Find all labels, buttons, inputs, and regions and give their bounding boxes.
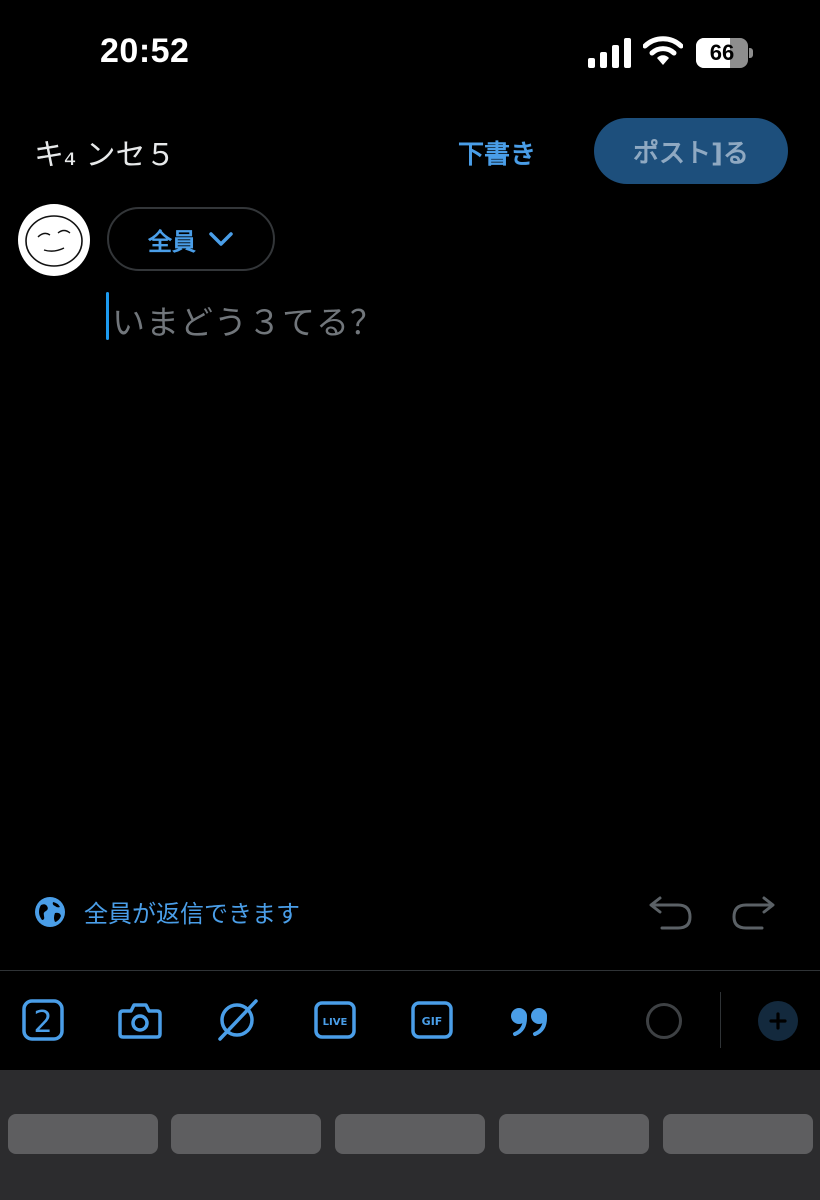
battery-body: 66: [696, 38, 748, 68]
camera-icon[interactable]: [117, 997, 163, 1043]
globe-icon: [35, 896, 65, 927]
redo-icon[interactable]: [730, 890, 776, 932]
chevron-down-icon: [209, 232, 233, 246]
character-count-ring: [646, 1003, 682, 1039]
grok-icon[interactable]: 2: [20, 997, 66, 1043]
undo-icon[interactable]: [648, 890, 694, 932]
battery-percent: 66: [709, 40, 735, 65]
status-time: 20:52: [100, 32, 190, 70]
quote-icon[interactable]: [507, 997, 553, 1043]
post-text-input[interactable]: いまどう３てる？: [112, 296, 384, 344]
reply-setting-button[interactable]: 全員が返信できます: [34, 894, 300, 929]
text-cursor: [106, 292, 109, 340]
toolbar-separator: [720, 992, 721, 1048]
cancel-button[interactable]: キ₄ ンセ５: [34, 130, 176, 174]
audience-selector[interactable]: 全員: [107, 207, 275, 271]
wifi-icon: [643, 36, 683, 65]
battery-nub: [749, 48, 753, 58]
status-bar: 20:52 66: [0, 0, 820, 100]
drafts-button[interactable]: 下書き: [458, 134, 536, 171]
keyboard-key[interactable]: [171, 1114, 321, 1154]
avatar[interactable]: [18, 204, 90, 276]
post-button[interactable]: ポスト]る: [594, 118, 788, 184]
no-media-icon[interactable]: [214, 997, 260, 1043]
keyboard-key[interactable]: [499, 1114, 649, 1154]
battery-icon: 66: [696, 38, 754, 68]
gif-icon[interactable]: GIF: [409, 997, 455, 1043]
keyboard-key[interactable]: [8, 1114, 158, 1154]
live-icon[interactable]: LIVE: [312, 997, 358, 1043]
signal-icon: [588, 38, 631, 68]
plus-icon: [769, 1012, 787, 1030]
keyboard-key[interactable]: [335, 1114, 485, 1154]
keyboard-key[interactable]: [663, 1114, 813, 1154]
toolbar-divider: [0, 970, 820, 971]
audience-label: 全員: [148, 227, 196, 256]
add-thread-button[interactable]: [758, 1001, 798, 1041]
gif-text: GIF: [422, 1015, 443, 1028]
reply-setting-label: 全員が返信できます: [84, 900, 300, 928]
live-text: LIVE: [323, 1017, 348, 1028]
grok-text: 2: [33, 1005, 52, 1040]
avatar-drawing-icon: [25, 215, 83, 267]
